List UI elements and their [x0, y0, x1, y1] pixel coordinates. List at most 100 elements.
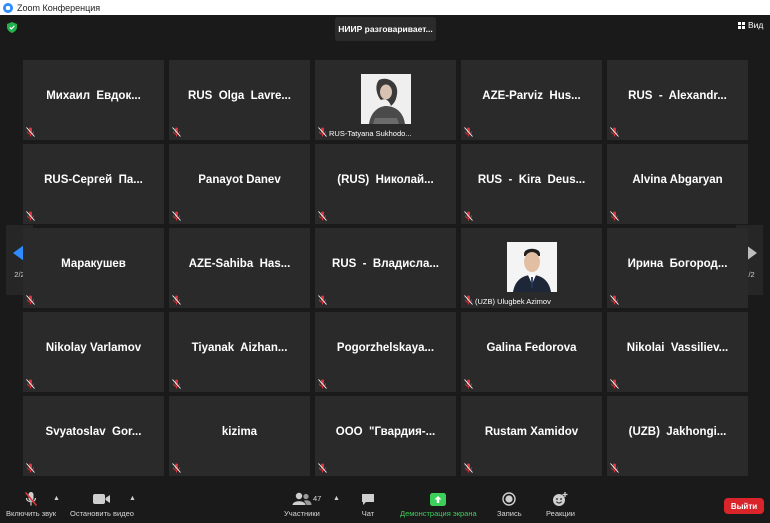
man-photo	[507, 242, 557, 292]
muted-mic-icon	[318, 463, 327, 473]
title-bar: Zoom Конференция	[0, 0, 770, 15]
participants-icon	[292, 490, 312, 508]
chat-bubble-icon	[361, 490, 375, 508]
muted-mic-icon	[172, 211, 181, 221]
security-shield-icon[interactable]	[7, 22, 17, 33]
participant-name: RUS Olga Lavre...	[188, 90, 291, 102]
participant-tile[interactable]: Galina Fedorova	[461, 312, 602, 392]
unmute-button[interactable]: Включить звук	[6, 490, 56, 522]
muted-mic-icon	[172, 127, 181, 137]
participant-tile[interactable]: RUS - Владисла...	[315, 228, 456, 308]
participant-tile[interactable]: (UZB) Jakhongi...	[607, 396, 748, 476]
participants-label: Участники	[284, 509, 320, 518]
record-button[interactable]: Запись	[497, 490, 522, 522]
participant-tile[interactable]: (UZB) Ulugbek Azimov	[461, 228, 602, 308]
participant-tile[interactable]: Rustam Xamidov	[461, 396, 602, 476]
muted-mic-icon	[464, 463, 473, 473]
muted-mic-icon	[464, 379, 473, 389]
participants-count: 47	[313, 494, 322, 503]
participant-name: Rustam Xamidov	[484, 426, 579, 438]
video-camera-icon	[92, 490, 111, 508]
muted-mic-icon	[172, 295, 181, 305]
participant-tile[interactable]: RUS - Kira Deus...	[461, 144, 602, 224]
participant-tile[interactable]: Михаил Евдок...	[23, 60, 164, 140]
participant-tile[interactable]: Tiyanak Aizhan...	[169, 312, 310, 392]
participants-options-caret[interactable]: ▲	[333, 495, 340, 502]
audio-options-caret[interactable]: ▲	[53, 495, 60, 502]
muted-mic-icon	[464, 211, 473, 221]
muted-mic-icon	[26, 379, 35, 389]
view-button-label: Вид	[748, 20, 764, 30]
participant-tile[interactable]: RUS-Сергей Па...	[23, 144, 164, 224]
participant-tile[interactable]: AZE-Sahiba Has...	[169, 228, 310, 308]
muted-mic-icon	[172, 379, 181, 389]
zoom-logo-icon	[3, 2, 13, 13]
participant-name-caption: (UZB) Ulugbek Azimov	[475, 297, 551, 306]
reactions-label: Реакции	[546, 509, 575, 518]
participant-tile[interactable]: RUS Olga Lavre...	[169, 60, 310, 140]
participant-tile[interactable]: (RUS) Николай...	[315, 144, 456, 224]
participant-tile[interactable]: Ирина Богород...	[607, 228, 748, 308]
participant-tile[interactable]: ООО "Гвардия-...	[315, 396, 456, 476]
stop-video-label: Остановить видео	[70, 509, 134, 518]
participant-tile[interactable]: Pogorzhelskaya...	[315, 312, 456, 392]
muted-mic-icon	[318, 127, 327, 137]
participant-name: (UZB) Jakhongi...	[628, 426, 727, 438]
muted-mic-icon	[610, 127, 619, 137]
participant-name: Tiyanak Aizhan...	[191, 342, 288, 354]
record-icon	[502, 490, 516, 508]
muted-mic-icon	[318, 295, 327, 305]
participant-name: kizima	[221, 426, 258, 438]
muted-mic-icon	[610, 295, 619, 305]
participant-tile[interactable]: Alvina Abgaryan	[607, 144, 748, 224]
chat-button[interactable]: Чат	[361, 490, 375, 522]
participant-name: Михаил Евдок...	[46, 90, 141, 102]
participant-name: AZE-Sahiba Has...	[188, 258, 291, 270]
participant-name-caption: RUS-Tatyana Sukhodo...	[329, 129, 412, 138]
muted-mic-icon	[26, 463, 35, 473]
grid-view-icon	[738, 21, 745, 29]
participant-tile[interactable]: Nikolai Vassiliev...	[607, 312, 748, 392]
participant-name: Nikolay Varlamov	[45, 342, 142, 354]
participant-tile[interactable]: RUS-Tatyana Sukhodo...	[315, 60, 456, 140]
participant-tile[interactable]: Panayot Danev	[169, 144, 310, 224]
active-speaker-indicator: НИИР разговаривает...	[335, 17, 436, 41]
reactions-button[interactable]: Реакции	[546, 490, 575, 522]
participant-name: Panayot Danev	[198, 174, 281, 186]
muted-mic-icon	[26, 211, 35, 221]
meeting-toolbar: Включить звук ▲ Остановить видео ▲ Участ…	[0, 488, 770, 523]
participant-tile[interactable]: Nikolay Varlamov	[23, 312, 164, 392]
participant-tile[interactable]: Svyatoslav Gor...	[23, 396, 164, 476]
share-screen-button[interactable]: Демонстрация экрана	[400, 490, 477, 522]
muted-mic-icon	[26, 295, 35, 305]
record-label: Запись	[497, 509, 522, 518]
participant-name: Ирина Богород...	[627, 258, 728, 270]
participant-tile[interactable]: Маракушев	[23, 228, 164, 308]
participant-tile[interactable]: RUS - Alexandr...	[607, 60, 748, 140]
participant-name: Svyatoslav Gor...	[45, 426, 142, 438]
participant-name: AZE-Parviz Hus...	[482, 90, 581, 102]
leave-button[interactable]: Выйти	[724, 498, 764, 514]
unmute-label: Включить звук	[6, 509, 57, 518]
muted-mic-icon	[464, 295, 473, 305]
view-button[interactable]: Вид	[738, 20, 763, 30]
muted-mic-icon	[610, 211, 619, 221]
participant-name: Маракушев	[61, 258, 126, 270]
share-screen-icon	[430, 490, 447, 508]
stop-video-button[interactable]: Остановить видео	[70, 490, 134, 522]
muted-mic-icon	[26, 127, 35, 137]
emoji-plus-icon	[552, 490, 568, 508]
muted-mic-icon	[24, 490, 38, 508]
video-options-caret[interactable]: ▲	[129, 495, 136, 502]
participant-name: RUS - Владисла...	[332, 258, 439, 270]
participant-name: Alvina Abgaryan	[632, 174, 723, 186]
participant-name: Galina Fedorova	[486, 342, 577, 354]
participant-tile[interactable]: AZE-Parviz Hus...	[461, 60, 602, 140]
muted-mic-icon	[464, 127, 473, 137]
participant-name: RUS - Kira Deus...	[477, 174, 586, 186]
participant-name: (RUS) Николай...	[337, 174, 434, 186]
muted-mic-icon	[610, 379, 619, 389]
participant-tile[interactable]: kizima	[169, 396, 310, 476]
woman-photo	[361, 74, 411, 124]
muted-mic-icon	[318, 379, 327, 389]
